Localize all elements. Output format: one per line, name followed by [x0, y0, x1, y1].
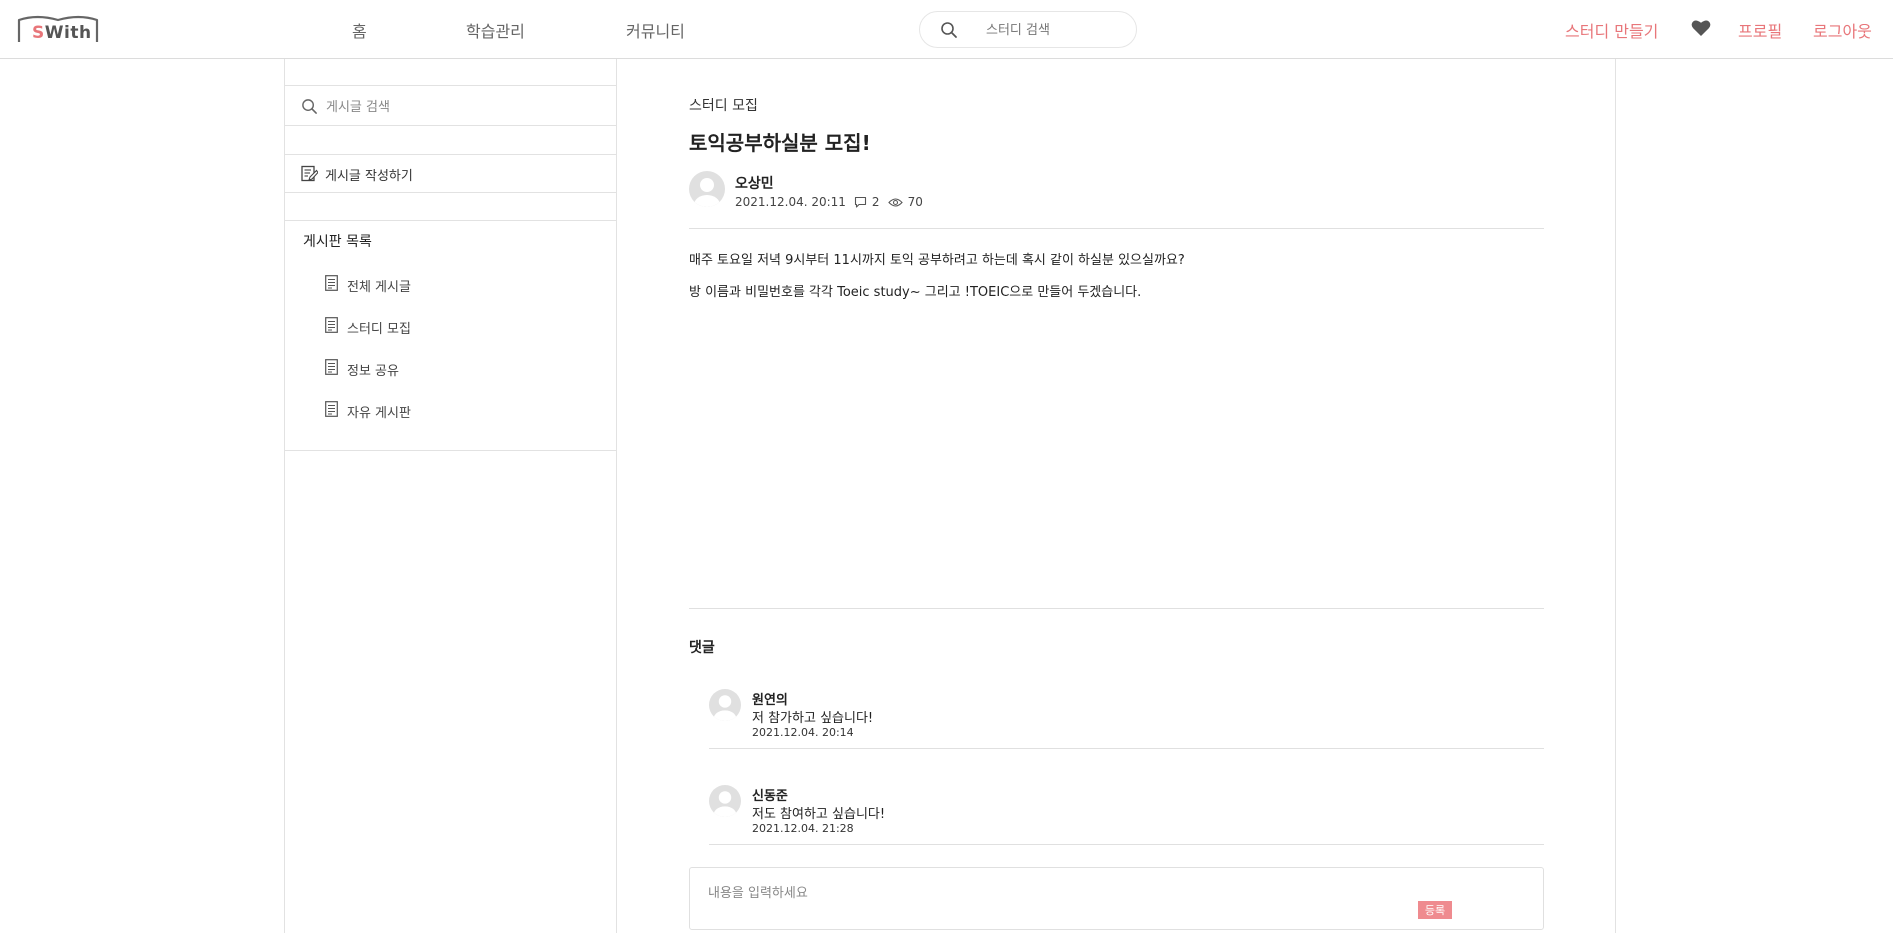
logo-text: SWith	[32, 23, 92, 43]
board-list-title: 게시판 목록	[303, 234, 372, 250]
board-item-label: 자유 게시판	[347, 406, 411, 421]
document-icon	[325, 359, 338, 379]
nav-home[interactable]: 홈	[352, 18, 367, 42]
speech-bubble-icon	[854, 196, 866, 208]
user-silhouette-icon	[713, 791, 737, 817]
comments-title: 댓글	[689, 640, 715, 656]
top-navigation-bar: SWith 홈 학습관리 커뮤니티 스터디 만들기 프로필 로그아웃	[0, 0, 1893, 59]
nav-community[interactable]: 커뮤니티	[626, 18, 685, 42]
post-body-divider	[689, 608, 1544, 609]
sidebar-divider	[284, 220, 616, 221]
document-icon	[325, 401, 338, 421]
board-item-label: 스터디 모집	[347, 322, 411, 337]
study-search-box	[919, 11, 1137, 48]
edit-document-icon	[301, 165, 319, 186]
post-search-input[interactable]	[326, 97, 586, 117]
post-body-line-2: 방 이름과 비밀번호를 각각 Toeic study~ 그리고 !TOEIC으로…	[689, 285, 1142, 300]
sidebar-divider	[284, 125, 616, 126]
comment-count: 2	[871, 195, 880, 209]
commenter-name[interactable]: 신동준	[752, 785, 788, 804]
post-header-divider	[689, 228, 1544, 229]
write-post-button[interactable]: 게시글 작성하기	[284, 156, 616, 192]
user-silhouette-icon	[713, 695, 737, 721]
board-item-info-share[interactable]: 정보 공유	[325, 356, 585, 382]
author-avatar[interactable]	[689, 171, 725, 207]
comment-date: 2021.12.04. 20:14	[752, 726, 854, 739]
commenter-name[interactable]: 원연의	[752, 689, 788, 708]
profile-link[interactable]: 프로필	[1738, 18, 1782, 42]
swith-logo[interactable]: SWith	[17, 14, 99, 44]
logo-letter-rest: With	[44, 23, 92, 43]
write-post-label: 게시글 작성하기	[325, 169, 413, 184]
board-item-all[interactable]: 전체 게시글	[325, 272, 585, 298]
comment-input[interactable]	[708, 882, 1398, 918]
view-count: 70	[907, 195, 923, 209]
post-body-line-1: 매주 토요일 저녁 9시부터 11시까지 토익 공부하려고 하는데 혹시 같이 …	[689, 253, 1185, 268]
document-icon	[325, 317, 338, 337]
sidebar-divider	[284, 450, 616, 451]
study-search-input[interactable]	[986, 20, 1126, 40]
post-title: 토익공부하실분 모집!	[689, 131, 871, 155]
sidebar-divider	[284, 154, 616, 155]
comment-date: 2021.12.04. 21:28	[752, 822, 854, 835]
logo-letter-s: S	[32, 23, 45, 43]
logout-link[interactable]: 로그아웃	[1813, 18, 1872, 42]
nav-study-management[interactable]: 학습관리	[466, 18, 525, 42]
author-name[interactable]: 오상민	[735, 173, 774, 193]
document-icon	[325, 275, 338, 295]
commenter-avatar[interactable]	[709, 689, 741, 721]
content-right-border	[1615, 59, 1616, 933]
board-item-label: 전체 게시글	[347, 280, 411, 295]
comment-text: 저도 참여하고 싶습니다!	[752, 807, 886, 822]
comment-submit-button[interactable]: 등록	[1418, 901, 1452, 919]
search-icon[interactable]	[940, 21, 958, 43]
comment-text: 저 참가하고 싶습니다!	[752, 711, 874, 726]
user-silhouette-icon	[694, 178, 720, 207]
comment-input-box: 등록	[689, 867, 1544, 930]
create-study-link[interactable]: 스터디 만들기	[1565, 18, 1658, 42]
sidebar-divider	[284, 192, 616, 193]
sidebar-right-border	[616, 59, 617, 933]
post-meta: 2021.12.04. 20:11 2 70	[735, 195, 923, 209]
heart-icon[interactable]	[1691, 19, 1711, 41]
commenter-avatar[interactable]	[709, 785, 741, 817]
post-category[interactable]: 스터디 모집	[689, 95, 758, 115]
board-item-label: 정보 공유	[347, 364, 399, 379]
post-search-box	[284, 86, 616, 126]
search-icon[interactable]	[301, 98, 318, 119]
board-item-study-recruit[interactable]: 스터디 모집	[325, 314, 585, 340]
comment-divider	[709, 844, 1544, 845]
post-date: 2021.12.04. 20:11	[735, 195, 846, 209]
board-item-free[interactable]: 자유 게시판	[325, 398, 585, 424]
comment-divider	[709, 748, 1544, 749]
eye-icon	[887, 197, 903, 207]
